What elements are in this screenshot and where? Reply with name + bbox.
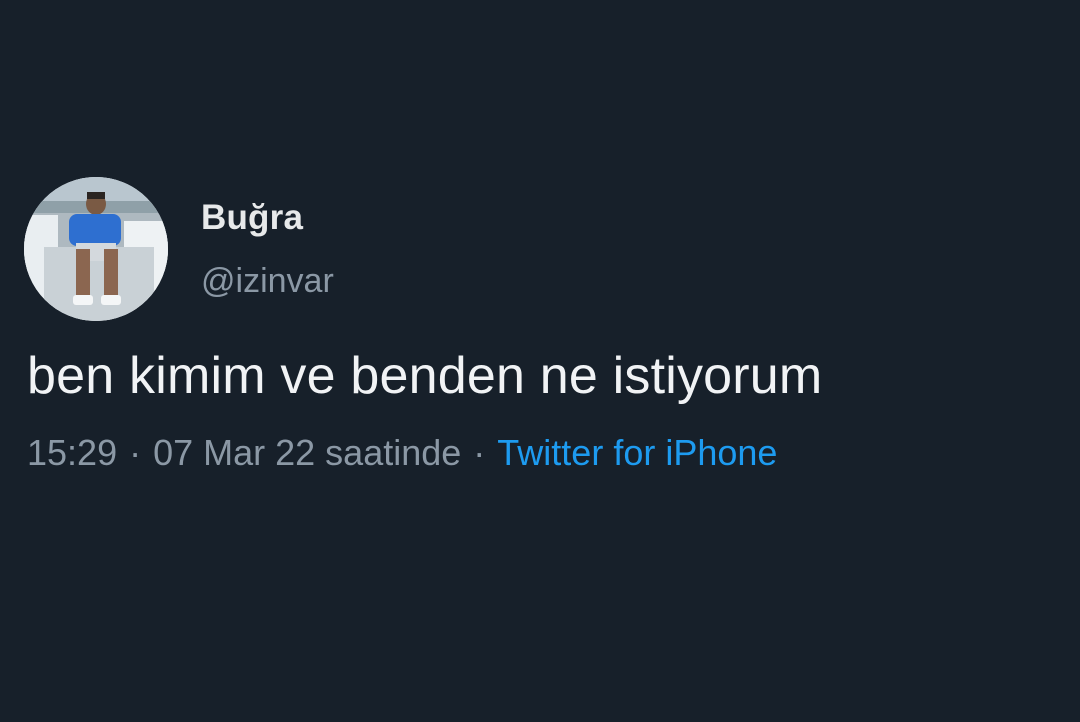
tweet-meta: 15:29 · 07 Mar 22 saatinde · Twitter for iPh… xyxy=(27,432,777,474)
display-name[interactable]: Buğra xyxy=(201,198,303,238)
tweet-card: Buğra @izinvar ben kimim ve benden ne is… xyxy=(0,0,1080,722)
user-handle[interactable]: @izinvar xyxy=(201,262,334,301)
meta-separator: · xyxy=(129,432,142,473)
avatar-photo xyxy=(24,177,168,321)
meta-separator: · xyxy=(473,432,486,473)
tweet-date[interactable]: 07 Mar 22 saatinde xyxy=(153,432,461,473)
tweet-time[interactable]: 15:29 xyxy=(27,432,117,473)
avatar[interactable] xyxy=(24,177,168,321)
tweet-source-link[interactable]: Twitter for iPhone xyxy=(497,432,777,473)
tweet-text: ben kimim ve benden ne istiyorum xyxy=(27,347,823,405)
